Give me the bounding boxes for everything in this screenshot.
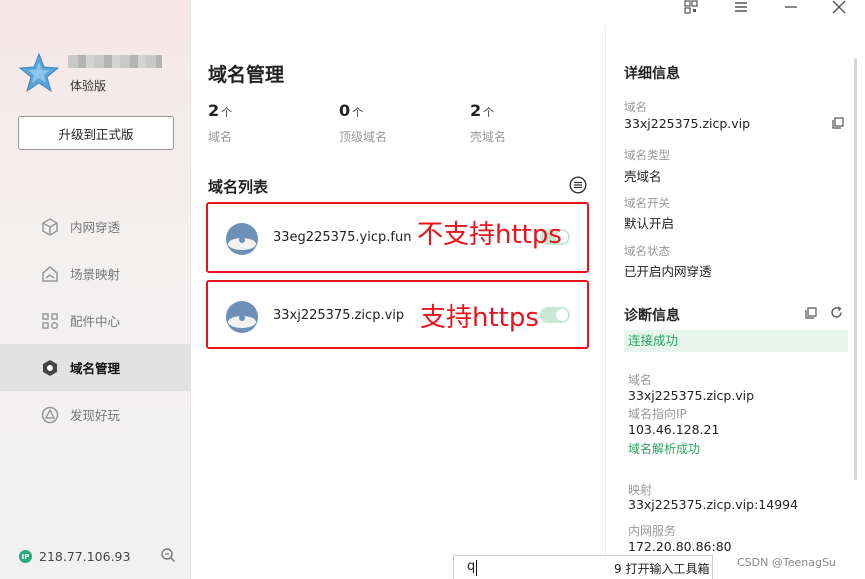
annotation-text: 不支持https — [417, 220, 562, 250]
stat-top-domains: 0个 顶级域名 — [339, 101, 387, 145]
upgrade-button[interactable]: 升级到正式版 — [18, 116, 174, 150]
diag-label: 内网服务 — [628, 524, 677, 538]
close-icon[interactable] — [832, 0, 846, 14]
main-panel: 域名管理 2个 域名 0个 顶级域名 2个 壳域名 域名列表 33eg22537… — [192, 25, 605, 579]
sidebar-item-label: 内网穿透 — [70, 220, 121, 235]
cube-icon — [40, 217, 60, 237]
ip-address: 218.77.106.93 — [39, 549, 131, 564]
stat-num: 2 — [208, 101, 220, 120]
detail-title: 详细信息 — [624, 66, 680, 82]
discover-icon — [40, 405, 60, 425]
detail-scrollbar[interactable] — [854, 58, 857, 480]
username-blurred — [68, 55, 162, 68]
sidebar-item-intranet[interactable]: 内网穿透 — [0, 203, 191, 250]
annotation-text: 支持https — [420, 303, 539, 333]
ime-caret — [476, 560, 477, 576]
sidebar-item-domain[interactable]: 域名管理 — [0, 344, 191, 391]
field-value: 33xj225375.zicp.vip — [624, 116, 751, 131]
field-value: 已开启内网穿透 — [624, 264, 712, 279]
refresh-icon[interactable] — [830, 306, 843, 319]
copy-icon[interactable] — [832, 117, 844, 129]
sidebar-item-scene[interactable]: 场景映射 — [0, 250, 191, 297]
edition-label: 体验版 — [70, 79, 107, 93]
sidebar-item-discover[interactable]: 发现好玩 — [0, 391, 191, 438]
ip-badge-icon: IP — [19, 550, 32, 563]
diag-label: 域名指向IP — [628, 407, 687, 421]
qr-code-icon[interactable] — [684, 0, 698, 14]
minimize-icon[interactable] — [784, 5, 798, 9]
diag-value: 33xj225375.zicp.vip:14994 — [628, 497, 799, 512]
ime-input[interactable]: q — [467, 559, 475, 574]
stat-unit: 个 — [221, 106, 233, 119]
field-label: 域名状态 — [624, 244, 670, 258]
field-label: 域名 — [624, 100, 647, 114]
stat-label: 域名 — [208, 130, 233, 144]
public-ip: IP 218.77.106.93 — [19, 549, 130, 564]
domain-manage-icon — [40, 358, 60, 378]
stat-num: 0 — [339, 101, 351, 120]
watermark: CSDN @TeenagSu — [737, 556, 836, 569]
field-label: 域名开关 — [624, 196, 670, 210]
page-title: 域名管理 — [208, 64, 285, 86]
field-label: 域名类型 — [624, 148, 670, 162]
sidebar-item-label: 配件中心 — [70, 314, 121, 329]
sidebar-item-label: 域名管理 — [70, 361, 121, 376]
zoom-icon[interactable] — [160, 547, 176, 563]
ime-candidate[interactable]: 9 打开输入工具箱 — [614, 560, 709, 577]
detail-panel: 详细信息 域名 33xj225375.zicp.vip 域名类型 壳域名 域名开… — [605, 25, 861, 579]
copy-icon[interactable] — [805, 307, 817, 319]
field-value: 壳域名 — [624, 169, 662, 184]
list-menu-icon[interactable] — [569, 176, 587, 194]
menu-icon[interactable] — [734, 1, 748, 13]
diag-label: 映射 — [628, 483, 653, 497]
sidebar: 体验版 升级到正式版 内网穿透 场景映射 配件中心 域名管理 发现好玩 IP 2… — [0, 0, 191, 579]
ime-candidate-bar: q 9 打开输入工具箱 — [453, 555, 713, 579]
diag-value: 172.20.80.86:80 — [628, 539, 732, 554]
stat-label: 壳域名 — [470, 130, 507, 144]
sidebar-item-label: 场景映射 — [70, 267, 121, 282]
stat-label: 顶级域名 — [339, 130, 388, 144]
diag-title: 诊断信息 — [624, 308, 680, 324]
stat-unit: 个 — [352, 106, 364, 119]
diag-value: 33xj225375.zicp.vip — [628, 388, 755, 403]
sidebar-item-addons[interactable]: 配件中心 — [0, 297, 191, 344]
domain-list-title: 域名列表 — [208, 178, 269, 196]
diag-resolve-status: 域名解析成功 — [628, 442, 701, 456]
diag-label: 域名 — [628, 373, 653, 387]
scene-map-icon — [40, 264, 60, 284]
stat-unit: 个 — [483, 106, 495, 119]
stat-num: 2 — [470, 101, 482, 120]
diag-status: 连接成功 — [624, 330, 848, 352]
app-logo-star-icon — [18, 52, 60, 93]
sidebar-item-label: 发现好玩 — [70, 408, 121, 423]
stat-shell-domains: 2个 壳域名 — [470, 101, 506, 145]
sidebar-nav: 内网穿透 场景映射 配件中心 域名管理 发现好玩 — [0, 203, 191, 438]
diag-value: 103.46.128.21 — [628, 422, 720, 437]
field-value: 默认开启 — [624, 216, 675, 231]
stat-domains: 2个 域名 — [208, 101, 232, 145]
apps-grid-icon — [40, 311, 60, 331]
